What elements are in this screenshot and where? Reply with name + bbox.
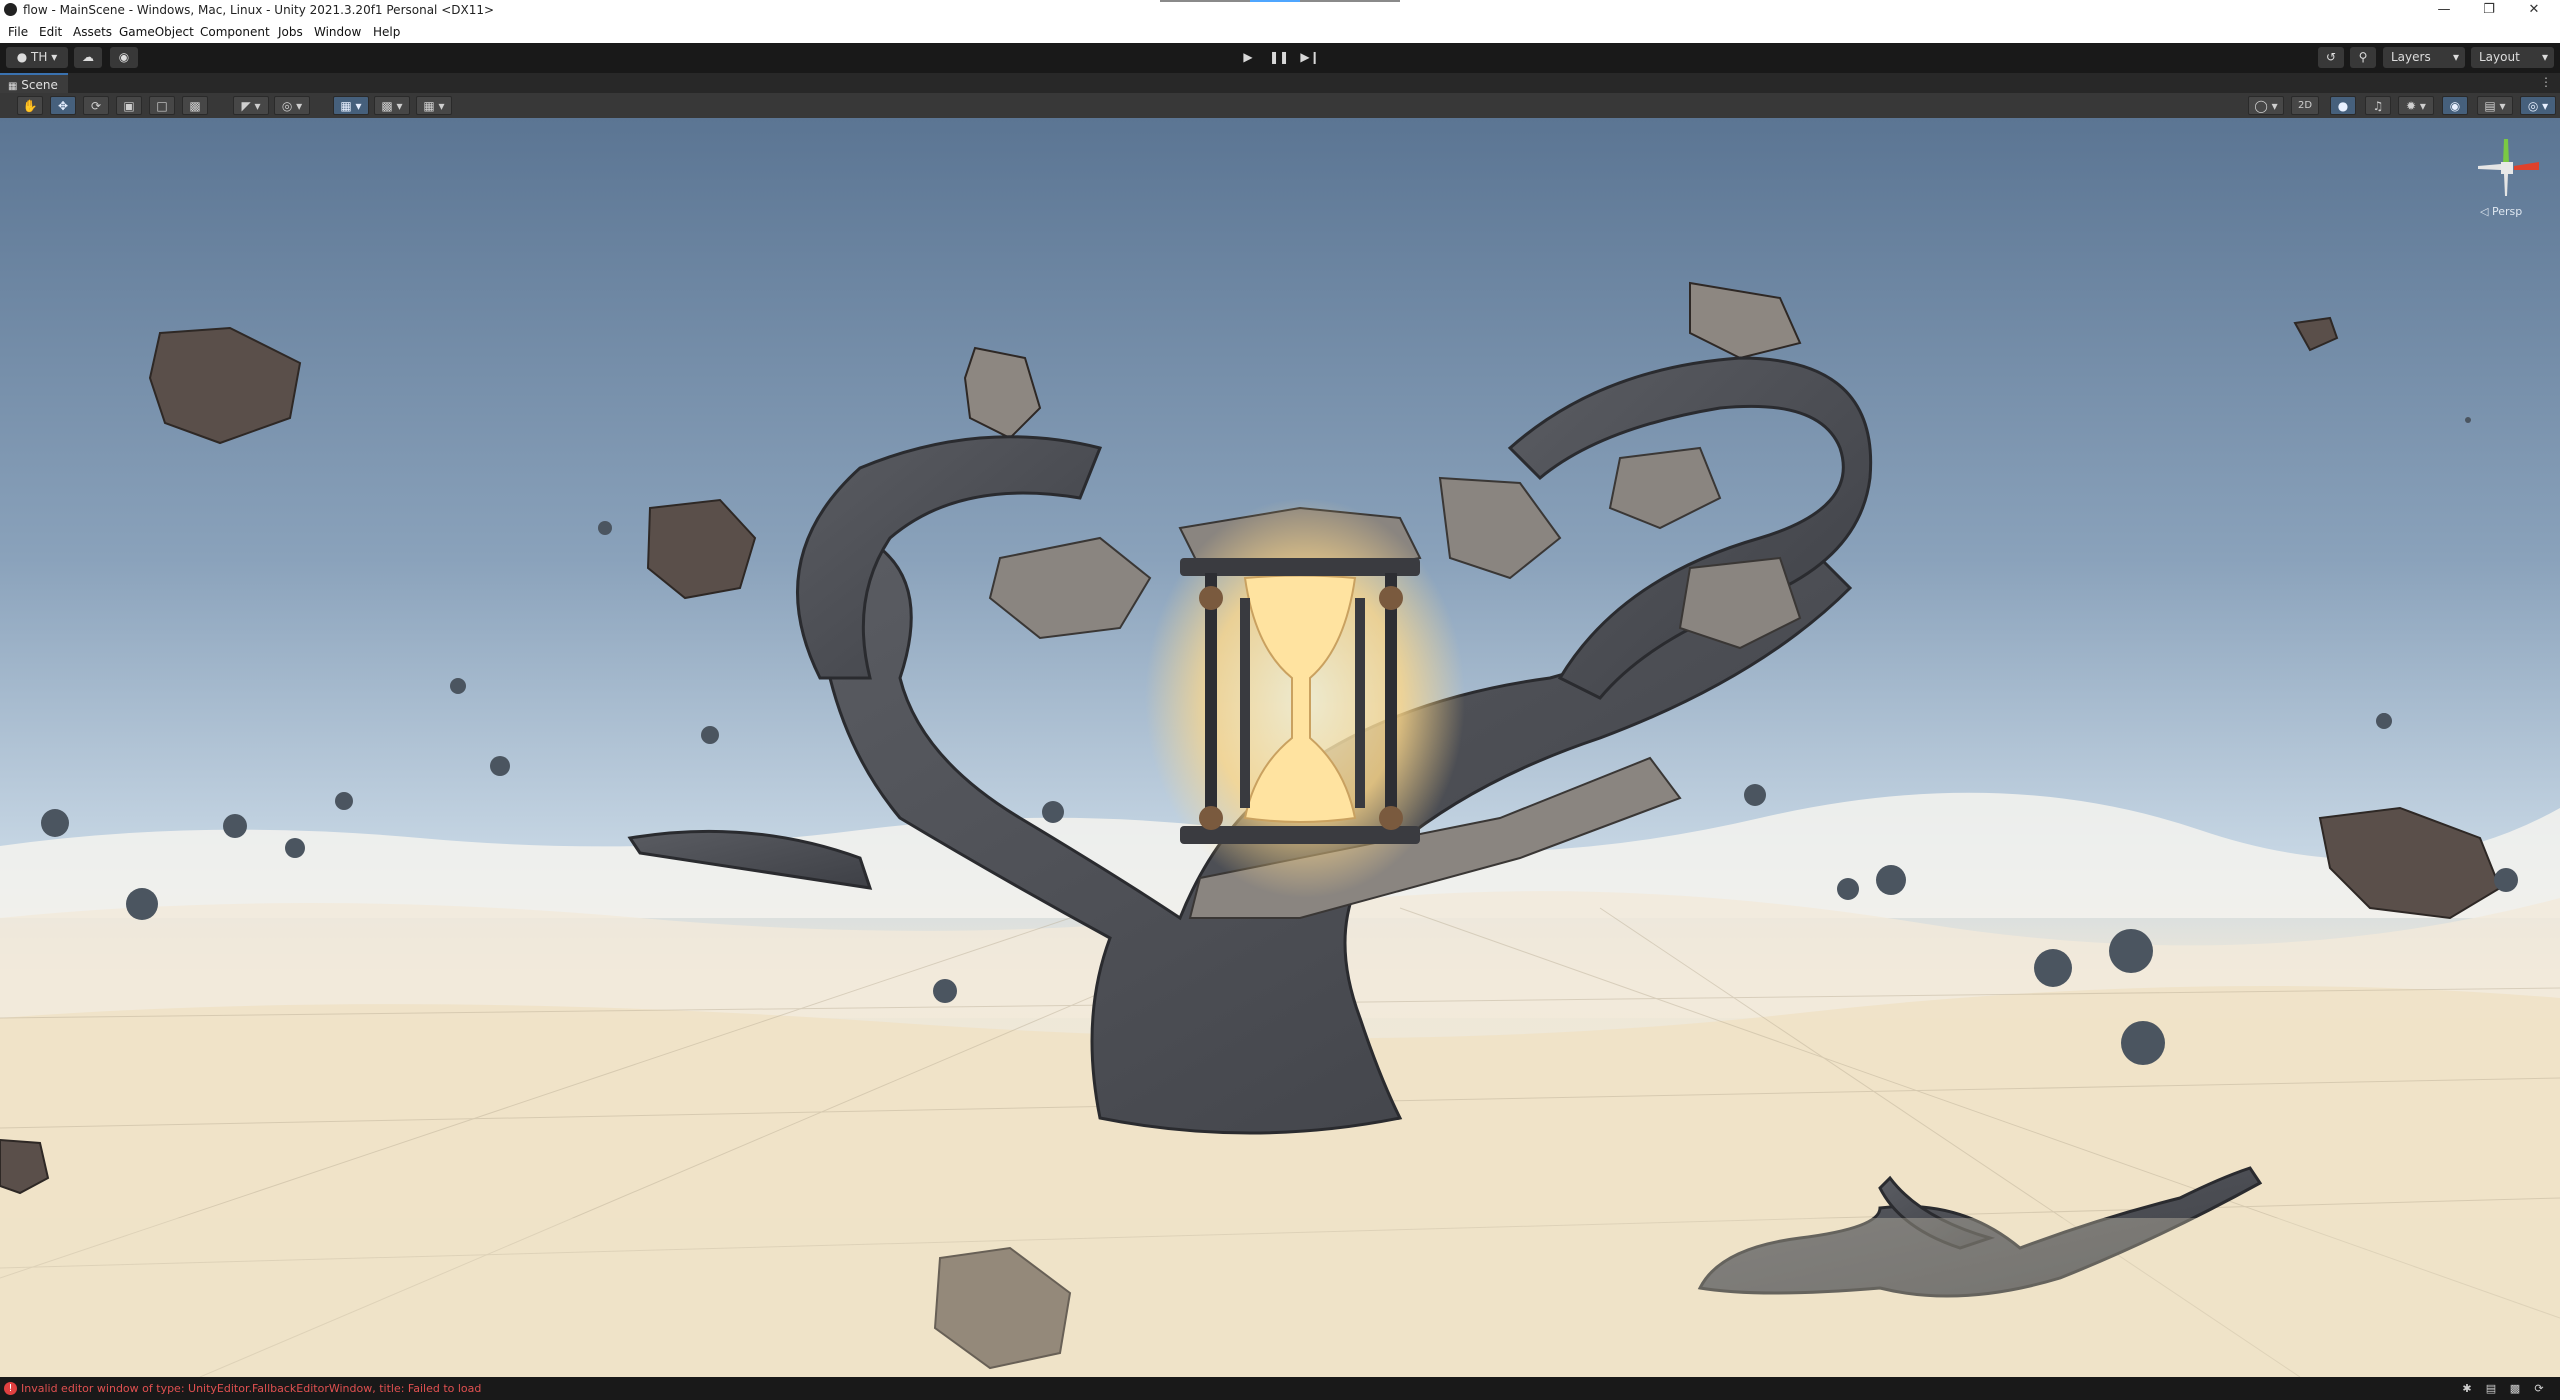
increment-snap-icon[interactable]: ▦ ▾ (416, 96, 452, 115)
hand-tool-icon[interactable]: ✋ (17, 96, 43, 115)
pivot-toggle-icon[interactable]: ◤ ▾ (233, 96, 269, 115)
account-label: TH (31, 50, 48, 64)
restore-button[interactable]: ❐ (2469, 0, 2509, 21)
layout-label: Layout (2479, 50, 2520, 64)
scene-tab-label: Scene (21, 78, 58, 92)
close-button[interactable]: ✕ (2514, 0, 2554, 21)
pause-button[interactable]: ❚❚ (1265, 46, 1293, 68)
layers-dropdown[interactable]: Layers ▾ (2383, 47, 2465, 68)
lighting-toggle-icon[interactable]: ● (2330, 96, 2356, 115)
effects-toggle-icon[interactable]: ✹ ▾ (2398, 96, 2434, 115)
scale-tool-icon[interactable]: ▣ (116, 96, 142, 115)
more-options-icon[interactable]: ⋮ (2540, 75, 2552, 89)
tab-scene[interactable]: ▦ Scene (0, 73, 68, 93)
mode-2d-button[interactable]: 2D (2291, 96, 2319, 115)
unity-logo-icon (4, 3, 17, 16)
transform-tool-icon[interactable]: ▩ (182, 96, 208, 115)
chevron-down-icon: ▾ (51, 50, 58, 64)
account-dropdown[interactable]: ● TH ▾ (6, 47, 68, 68)
chevron-down-icon: ▾ (2452, 50, 2459, 64)
move-tool-icon[interactable]: ✥ (50, 96, 76, 115)
layers-label: Layers (2391, 50, 2431, 64)
minimize-button[interactable]: — (2424, 0, 2464, 21)
hourglass-object (1145, 498, 1465, 898)
audio-toggle-icon[interactable]: ♫ (2365, 96, 2391, 115)
error-message[interactable]: Invalid editor window of type: UnityEdit… (21, 1377, 481, 1400)
menu-component[interactable]: Component (200, 25, 270, 39)
scene-tab-icon: ▦ (8, 81, 18, 92)
menu-jobs[interactable]: Jobs (278, 25, 303, 39)
error-icon: ! (4, 1382, 17, 1395)
draw-mode-icon[interactable]: ◯ ▾ (2248, 96, 2284, 115)
play-button[interactable]: ▶ (1234, 46, 1262, 68)
account-icon: ● (16, 50, 28, 64)
scene-render[interactable] (0, 118, 2560, 1377)
cloud-icon[interactable]: ☁ (74, 47, 102, 68)
title-drag-indicator-accent (1250, 0, 1300, 2)
cache-icon[interactable]: ▩ (2508, 1382, 2522, 1395)
menu-gameobject[interactable]: GameObject (119, 25, 194, 39)
hidden-objects-toggle-icon[interactable]: ◉ (2442, 96, 2468, 115)
menu-bar: File Edit Assets GameObject Component Jo… (0, 21, 2560, 43)
camera-settings-icon[interactable]: ▤ ▾ (2477, 96, 2513, 115)
menu-file[interactable]: File (8, 25, 28, 39)
auto-refresh-icon[interactable]: ⟳ (2532, 1382, 2546, 1395)
window-title: flow - MainScene - Windows, Mac, Linux -… (23, 3, 495, 17)
projection-label[interactable]: ◁ Persp (2480, 205, 2522, 218)
gizmos-toggle-icon[interactable]: ◎ ▾ (2520, 96, 2556, 115)
layout-dropdown[interactable]: Layout ▾ (2471, 47, 2554, 68)
debug-icon[interactable]: ✱ (2460, 1382, 2474, 1395)
grid-snap-icon[interactable]: ▦ ▾ (333, 96, 369, 115)
grid-visibility-icon[interactable]: ▩ ▾ (374, 96, 410, 115)
menu-edit[interactable]: Edit (39, 25, 62, 39)
chevron-down-icon: ▾ (2541, 50, 2548, 64)
scene-toolbar: ✋ ✥ ⟳ ▣ □ ▩ ◤ ▾ ◎ ▾ ▦ ▾ ▩ ▾ ▦ ▾ ◯ ▾ 2D ●… (0, 93, 2560, 119)
progress-icon[interactable]: ▤ (2484, 1382, 2498, 1395)
global-toggle-icon[interactable]: ◎ ▾ (274, 96, 310, 115)
tab-bar: ▦ Scene ⋮ (0, 73, 2560, 94)
collab-icon[interactable]: ◉ (110, 47, 138, 68)
menu-help[interactable]: Help (373, 25, 400, 39)
menu-window[interactable]: Window (314, 25, 361, 39)
step-button[interactable]: ▶❙ (1296, 46, 1324, 68)
orientation-gizmo[interactable]: ◁ Persp (2474, 134, 2544, 224)
undo-history-icon[interactable]: ↺ (2318, 47, 2344, 68)
rect-tool-icon[interactable]: □ (149, 96, 175, 115)
scene-viewport[interactable]: ◁ Persp (0, 118, 2560, 1377)
menu-assets[interactable]: Assets (73, 25, 112, 39)
status-bar: ! Invalid editor window of type: UnityEd… (0, 1377, 2560, 1400)
rotate-tool-icon[interactable]: ⟳ (83, 96, 109, 115)
window-title-bar: flow - MainScene - Windows, Mac, Linux -… (0, 0, 2560, 21)
search-icon[interactable]: ⚲ (2350, 47, 2376, 68)
